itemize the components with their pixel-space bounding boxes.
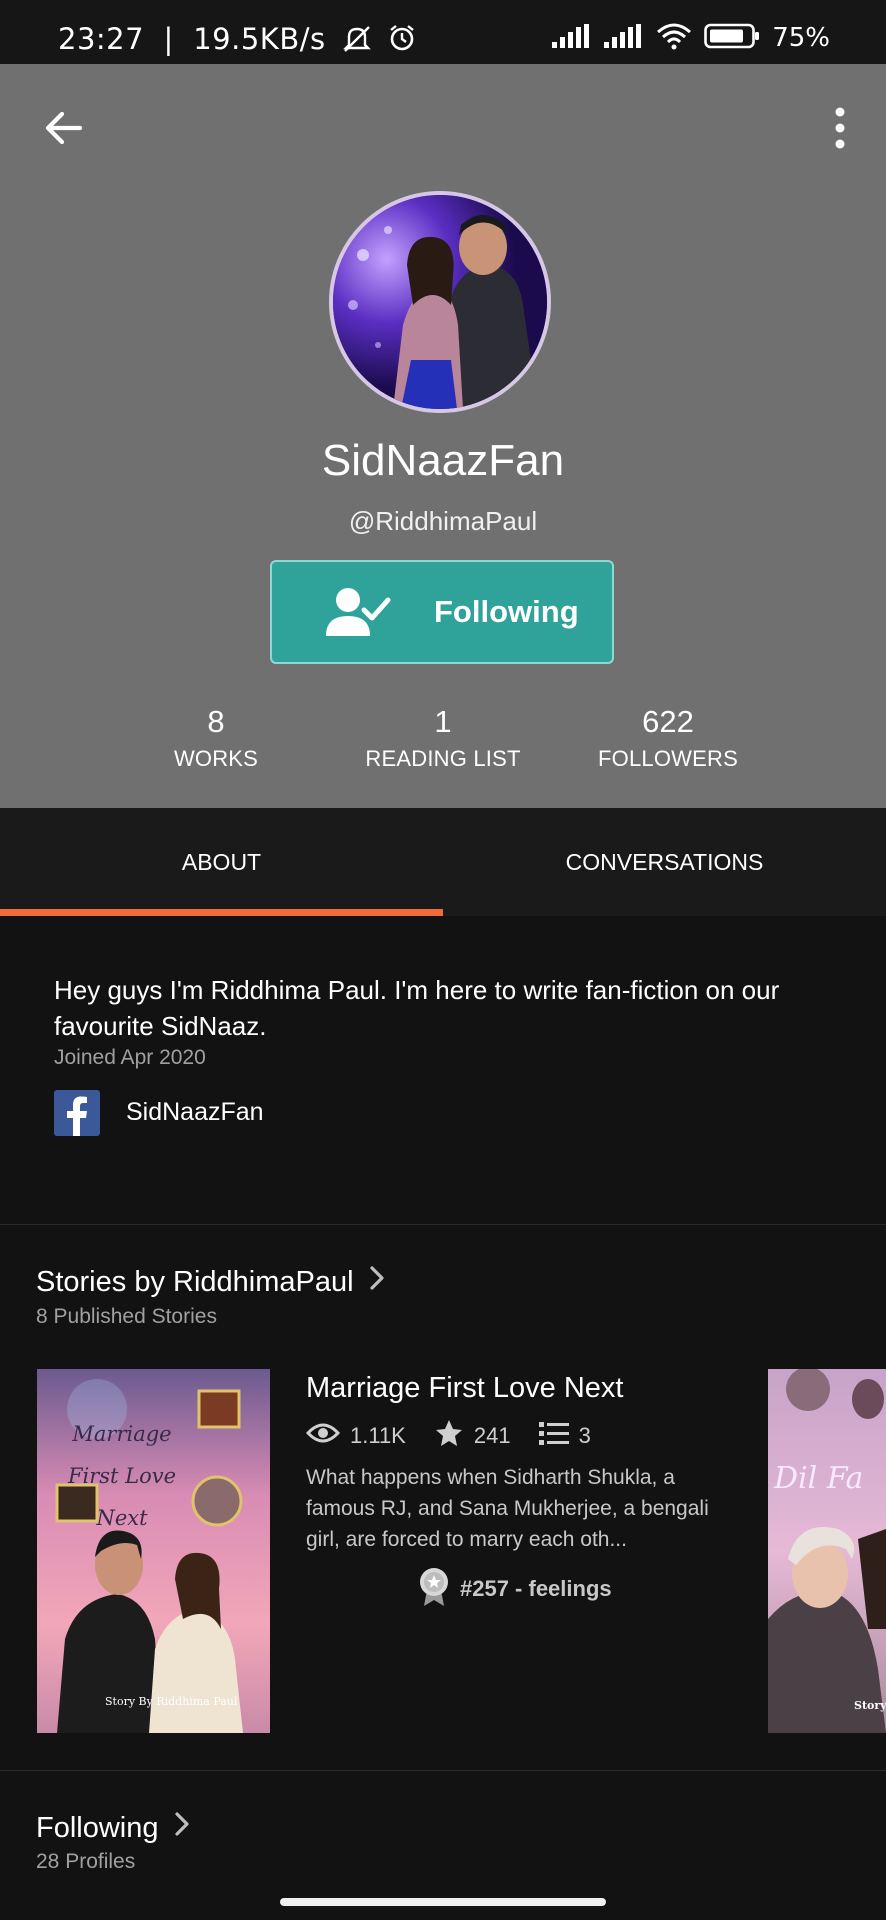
section-divider	[0, 1770, 886, 1771]
stat-works[interactable]: 8 WORKS	[106, 704, 326, 772]
stat-value: 622	[642, 704, 694, 739]
story-cover[interactable]: Dil Fa Story	[768, 1369, 886, 1733]
section-divider	[0, 1224, 886, 1225]
facebook-icon	[54, 1090, 100, 1136]
alarm-icon	[387, 23, 417, 60]
tab-about[interactable]: ABOUT	[0, 808, 443, 916]
cover-credit: Story By Riddhima Paul	[105, 1695, 238, 1708]
more-options-button[interactable]	[808, 104, 856, 152]
status-bar: 23:27 | 19.5KB/s 75%	[0, 0, 886, 64]
story-description: What happens when Sidharth Shukla, a fam…	[306, 1466, 709, 1551]
parts-count: 3	[538, 1421, 591, 1451]
signal-icon	[552, 24, 592, 52]
more-vertical-icon	[808, 107, 856, 156]
cover-title: Marriage First Love Next	[67, 1422, 177, 1530]
list-icon	[538, 1421, 569, 1451]
eye-icon	[305, 1421, 341, 1451]
stat-value: 1	[434, 704, 452, 739]
following-title-text: Following	[36, 1811, 159, 1844]
bio-text: Hey guys I'm Riddhima Paul. I'm here to …	[54, 975, 780, 1041]
reads-count: 1.11K	[305, 1421, 406, 1451]
user-check-icon	[326, 586, 394, 643]
wifi-icon	[656, 22, 692, 54]
tab-conversations[interactable]: CONVERSATIONS	[443, 808, 886, 916]
mute-icon	[341, 25, 373, 60]
profile-stats: 8 WORKS 1 READING LIST 622 FOLLOWERS	[0, 704, 886, 814]
following-label: Following	[434, 594, 579, 629]
stat-reading-list[interactable]: 1 READING LIST	[333, 704, 553, 772]
chevron-right-icon	[173, 1810, 191, 1846]
story-title[interactable]: Marriage First Love Next	[306, 1372, 624, 1405]
facebook-name: SidNaazFan	[126, 1098, 264, 1126]
joined-date: Joined Apr 2020	[54, 1046, 206, 1069]
profile-handle: @RiddhimaPaul	[348, 506, 538, 536]
following-button[interactable]: Following	[270, 560, 614, 664]
following-count: 28 Profiles	[36, 1850, 136, 1873]
stories-count: 8 Published Stories	[36, 1305, 217, 1328]
profile-header: SidNaazFan @RiddhimaPaul Following 8 WOR…	[0, 64, 886, 808]
about-section: Hey guys I'm Riddhima Paul. I'm here to …	[0, 916, 886, 1224]
following-section-title[interactable]: Following	[36, 1810, 191, 1846]
stat-value: 8	[207, 704, 225, 739]
stories-title-text: Stories by RiddhimaPaul	[36, 1265, 354, 1298]
avatar[interactable]	[329, 191, 551, 413]
stat-label: FOLLOWERS	[598, 746, 738, 771]
cover-title: Dil Fa	[774, 1461, 864, 1496]
chevron-right-icon	[368, 1264, 386, 1300]
profile-name: SidNaazFan	[321, 436, 565, 485]
story-ranking[interactable]: #257 - feelings	[418, 1566, 612, 1612]
star-icon	[434, 1418, 464, 1454]
home-indicator[interactable]	[280, 1898, 606, 1906]
profile-tabs: ABOUT CONVERSATIONS	[0, 808, 886, 916]
stat-label: READING LIST	[365, 746, 521, 771]
story-meta: 1.11K 241 3	[305, 1418, 619, 1454]
votes-count: 241	[434, 1418, 511, 1454]
cover-credit: Story	[854, 1699, 886, 1712]
status-time: 23:27 | 19.5KB/s	[58, 22, 417, 60]
battery-percent: 75%	[772, 23, 830, 53]
award-icon	[418, 1566, 450, 1612]
signal-icon	[604, 24, 644, 52]
story-cover[interactable]: Marriage First Love Next Story By Riddhi…	[37, 1369, 270, 1733]
stories-section-title[interactable]: Stories by RiddhimaPaul	[36, 1264, 386, 1300]
rank-text: #257 - feelings	[460, 1576, 612, 1601]
battery-icon	[704, 23, 760, 53]
back-button[interactable]	[40, 104, 88, 152]
stat-label: WORKS	[173, 746, 259, 771]
stat-followers[interactable]: 622 FOLLOWERS	[558, 704, 778, 772]
status-icons: 75%	[552, 22, 830, 54]
arrow-left-icon	[40, 111, 88, 156]
